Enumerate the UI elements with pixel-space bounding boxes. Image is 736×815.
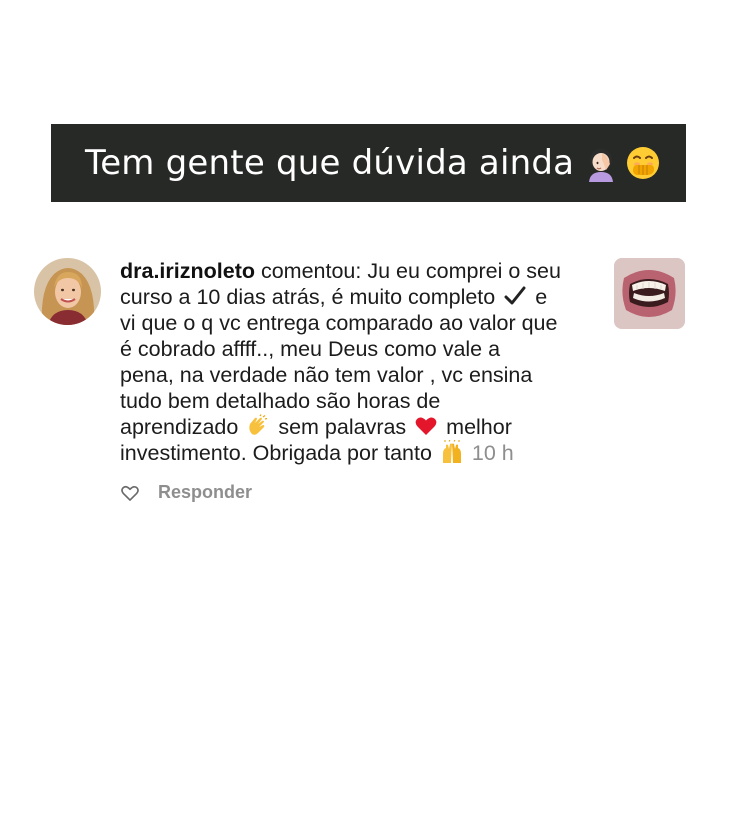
comment-text-line: tudo bem detalhado são horas de — [120, 389, 441, 413]
post-thumbnail-image — [614, 258, 685, 329]
raising-hands-icon — [442, 440, 461, 463]
comment-verb: comentou: — [260, 259, 362, 283]
check-mark-icon — [504, 286, 526, 305]
story-text-banner: Tem gente que dúvida ainda — [51, 124, 686, 202]
comment-username[interactable]: dra.iriznoleto — [120, 259, 255, 283]
comment-actions: Responder — [120, 482, 252, 503]
comment-text-line: é cobrado affff.., meu Deus como vale a — [120, 337, 501, 361]
reply-button[interactable]: Responder — [158, 482, 252, 503]
red-heart-icon — [415, 417, 437, 435]
comment-text-line: pena, na verdade não tem valor , vc ensi… — [120, 363, 533, 387]
comment-body: dra.iriznoleto comentou: Ju eu comprei o… — [120, 258, 600, 466]
banner-text: Tem gente que dúvida ainda — [85, 143, 575, 183]
heart-outline-icon[interactable] — [120, 483, 140, 503]
comment-text-line: Ju eu comprei o seu — [367, 259, 561, 283]
comment-text-line: sem palavras — [278, 415, 407, 439]
post-thumbnail[interactable] — [614, 258, 685, 329]
avatar[interactable] — [34, 258, 101, 325]
comment-text-line: aprendizado — [120, 415, 239, 439]
comment-text-line: vi que o q vc entrega comparado ao valor… — [120, 311, 558, 335]
hand-over-mouth-icon — [627, 147, 660, 179]
face-palm-icon — [589, 148, 614, 182]
comment-text-line: investimento. Obrigada por tanto — [120, 441, 432, 465]
comment-text-line: melhor — [446, 415, 512, 439]
clapping-hands-icon — [249, 414, 268, 435]
avatar-image — [34, 258, 101, 325]
comment-text-line: curso a 10 dias atrás, é muito completo — [120, 285, 496, 309]
comment-text-line: e — [535, 285, 548, 309]
comment-timestamp: 10 h — [471, 441, 514, 465]
